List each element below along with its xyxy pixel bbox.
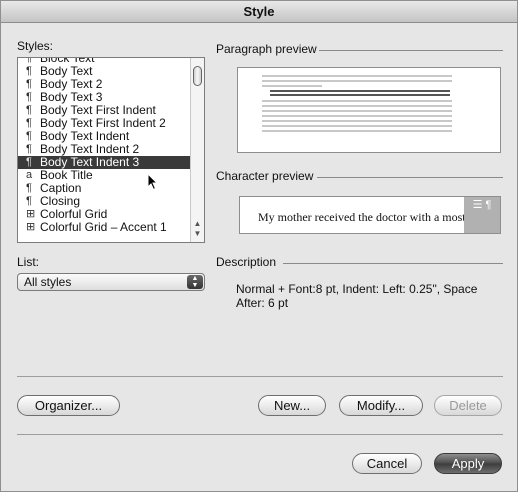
scroll-up-arrow-icon[interactable]: ▲: [191, 219, 204, 229]
preview-line: [262, 115, 452, 117]
preview-line-current: [270, 90, 450, 92]
modify-button[interactable]: Modify...: [339, 395, 423, 416]
preview-line: [262, 75, 452, 77]
preview-line: [262, 80, 452, 82]
paragraph-style-icon: ¶: [26, 78, 32, 90]
mouse-pointer-icon: [147, 173, 159, 191]
preview-line: [262, 85, 322, 87]
list-label: List:: [17, 255, 40, 269]
scroll-down-arrow-icon[interactable]: ▼: [191, 229, 204, 239]
paragraph-preview-rule: [319, 50, 503, 51]
apply-button[interactable]: Apply: [434, 453, 502, 474]
styles-list: ¶ Block Text ¶ Body Text ¶ Body Text 2 ¶ Body T…: [18, 57, 192, 234]
paragraph-style-icon: ¶: [26, 130, 32, 142]
cancel-button[interactable]: Cancel: [352, 453, 422, 474]
paragraph-style-icon: ¶: [26, 195, 32, 207]
style-dialog: Style Styles: ¶ Block Text ¶ Body Text ¶ Body…: [0, 0, 518, 492]
paragraph-style-icon: ¶: [26, 117, 32, 129]
new-button[interactable]: New...: [258, 395, 326, 416]
description-text: Normal + Font:8 pt, Indent: Left: 0.25",…: [236, 282, 478, 310]
paragraph-preview-label: Paragraph preview: [216, 42, 317, 56]
separator: [17, 434, 503, 435]
paragraph-style-icon: ¶: [26, 143, 32, 155]
delete-button[interactable]: Delete: [434, 395, 502, 416]
popup-arrows-icon: ▲ ▼: [187, 275, 203, 289]
paragraph-marker-icon: ☰ ¶: [464, 197, 500, 233]
paragraph-style-icon: ¶: [26, 65, 32, 77]
paragraph-preview-box: [237, 67, 501, 153]
list-popup-value: All styles: [24, 275, 72, 289]
paragraph-style-icon: ¶: [26, 104, 32, 116]
separator: [17, 376, 503, 377]
preview-line: [262, 100, 452, 102]
scroll-thumb[interactable]: [193, 66, 202, 86]
styles-scrollbar[interactable]: ▲ ▼: [190, 58, 204, 242]
list-popup[interactable]: All styles ▲ ▼: [17, 273, 205, 291]
styles-listbox[interactable]: ¶ Block Text ¶ Body Text ¶ Body Text 2 ¶ Body T…: [17, 57, 205, 243]
style-list-item-label: Colorful Grid – Accent 1: [40, 220, 167, 234]
preview-line-current: [270, 94, 450, 96]
style-list-item[interactable]: ⊞ Colorful Grid – Accent 1: [18, 221, 192, 234]
preview-line: [262, 130, 452, 132]
preview-line: [262, 120, 452, 122]
preview-line: [262, 110, 452, 112]
character-preview-box: My mother received the doctor with a mos…: [239, 196, 501, 234]
paragraph-style-icon: ¶: [26, 91, 32, 103]
description-rule: [283, 263, 503, 264]
character-preview-rule: [317, 177, 503, 178]
description-label: Description: [216, 255, 277, 269]
preview-line: [262, 105, 452, 107]
window-title: Style: [1, 1, 517, 23]
styles-label: Styles:: [17, 39, 54, 53]
table-style-icon: ⊞: [26, 208, 36, 220]
preview-line: [262, 125, 452, 127]
table-style-icon: ⊞: [26, 221, 36, 233]
paragraph-style-icon: ¶: [26, 156, 32, 168]
character-preview-label: Character preview: [216, 169, 314, 183]
character-style-icon: a: [26, 169, 33, 181]
paragraph-style-icon: ¶: [26, 57, 32, 64]
organizer-button[interactable]: Organizer...: [17, 395, 120, 416]
paragraph-style-icon: ¶: [26, 182, 32, 194]
